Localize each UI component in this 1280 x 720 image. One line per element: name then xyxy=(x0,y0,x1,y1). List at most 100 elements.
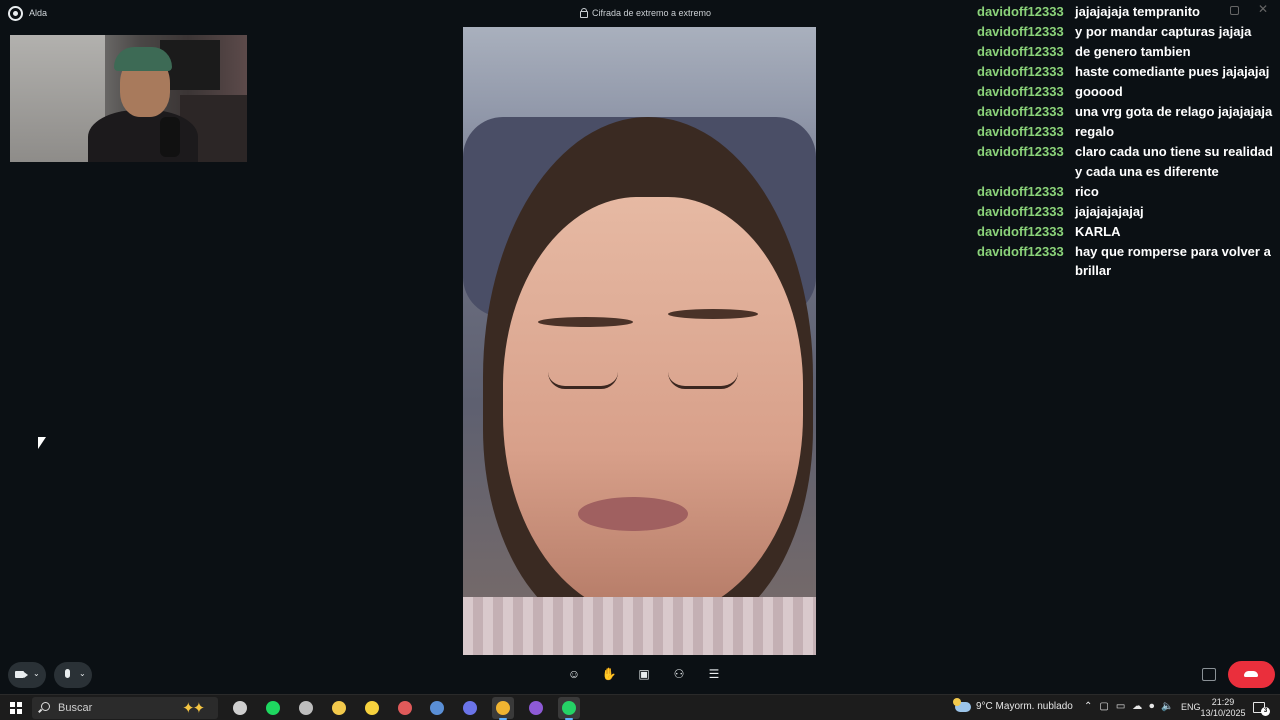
taskbar-whatsapp-button[interactable] xyxy=(558,697,580,720)
chat-message: davidoff12333 rico xyxy=(977,182,1277,202)
chat-message: davidoff12333 y por mandar capturas jajaj… xyxy=(977,22,1277,42)
chevron-down-icon[interactable]: ⌄ xyxy=(79,669,86,678)
taskbar-app-red-button[interactable] xyxy=(394,697,416,719)
chevron-down-icon[interactable]: ⌄ xyxy=(33,669,40,678)
remote-video-brow-left xyxy=(538,317,633,327)
obs-icon xyxy=(299,701,313,715)
add-person-icon[interactable]: ⚇ xyxy=(671,666,687,682)
taskbar-sticky-notes-button[interactable] xyxy=(361,697,383,719)
taskbar-discord-button[interactable] xyxy=(459,697,481,719)
chat-text: gooood xyxy=(1075,84,1123,99)
remote-video-eye-left xyxy=(548,372,618,389)
chat-text: KARLA xyxy=(1075,223,1121,239)
chat-username: davidoff12333 xyxy=(977,84,1064,99)
chat-message: davidoff12333 KARLA xyxy=(977,222,1277,242)
captions-icon[interactable]: ☰ xyxy=(706,666,722,682)
chat-text: una vrg gota de relago jajajajaja xyxy=(1075,104,1273,119)
taskbar-task-view-button[interactable] xyxy=(229,697,251,719)
chat-message: davidoff12333 jajajajajajaj xyxy=(977,202,1277,222)
partly-cloudy-icon xyxy=(953,697,971,712)
chat-message: davidoff12333 gooood xyxy=(977,82,1277,102)
chat-message: davidoff12333 regalo xyxy=(977,122,1277,142)
chat-text: de genero tambien xyxy=(1075,44,1191,59)
chrome-icon xyxy=(496,701,510,715)
chat-message: davidoff12333 jajajajaja tempranito xyxy=(977,2,1277,22)
chat-username: davidoff12333 xyxy=(977,4,1064,19)
chat-overlay: davidoff12333 jajajajaja tempranito davido… xyxy=(977,2,1277,281)
chat-message: davidoff12333 haste comediante pues jajaj… xyxy=(977,62,1277,82)
self-video-cap xyxy=(114,47,172,71)
file-explorer-icon xyxy=(332,701,346,715)
taskbar-spotify-button[interactable] xyxy=(262,697,284,719)
tray-microphone-icon[interactable]: ⏺ xyxy=(1149,701,1154,712)
chat-text: haste comediante pues jajajajaj xyxy=(1075,64,1270,79)
media-controls: ⌄ ⌄ xyxy=(8,662,92,688)
system-tray: ⌃ ▢ ▭ ☁ ⏺ 🔈 xyxy=(1084,701,1174,712)
onedrive-cloud-icon[interactable]: ☁ xyxy=(1132,701,1142,712)
self-video-microphone xyxy=(160,117,180,157)
chat-text: jajajajajajaj xyxy=(1075,203,1144,219)
taskbar-file-explorer-button[interactable] xyxy=(328,697,350,719)
chat-message: davidoff12333 de genero tambien xyxy=(977,42,1277,62)
search-placeholder: Buscar xyxy=(58,702,93,714)
clock-time: 21:29 xyxy=(1211,697,1235,707)
chat-username: davidoff12333 xyxy=(977,44,1064,59)
whatsapp-icon xyxy=(562,701,576,715)
weather-text: 9°C Mayorm. nublado xyxy=(976,701,1073,712)
search-icon xyxy=(41,702,50,711)
end-call-button[interactable] xyxy=(1228,661,1275,688)
taskbar-app-purple-button[interactable] xyxy=(525,697,547,719)
chevron-up-icon[interactable]: ⌃ xyxy=(1084,701,1092,712)
chat-text: hay que romperse para volver a brillar xyxy=(1075,243,1271,279)
chat-username: davidoff12333 xyxy=(977,24,1064,39)
chat-username: davidoff12333 xyxy=(977,223,1064,239)
remote-video-lace xyxy=(463,597,816,655)
screen-share-icon[interactable]: ▣ xyxy=(636,666,652,682)
chat-username: davidoff12333 xyxy=(977,104,1064,119)
whatsapp-call-window: Alda Cifrada de extremo a extremo ✕ davi… xyxy=(0,0,1280,694)
spotify-icon xyxy=(266,701,280,715)
taskbar-chrome-button[interactable] xyxy=(492,697,514,720)
remote-video-eye-right xyxy=(668,372,738,389)
encryption-label: Cifrada de extremo a extremo xyxy=(592,8,712,18)
discord-icon xyxy=(463,701,477,715)
app-title: Alda xyxy=(29,8,48,18)
chat-text: rico xyxy=(1075,183,1099,199)
emoji-icon[interactable]: ☺ xyxy=(566,666,582,682)
weather-widget[interactable]: 9°C Mayorm. nublado xyxy=(953,697,1073,712)
remote-video-mouth xyxy=(578,497,688,531)
call-actions-bar: ☺ ✋ ▣ ⚇ ☰ xyxy=(566,666,722,682)
clock[interactable]: 21:29 13/10/2025 xyxy=(1198,697,1248,719)
whatsapp-logo-icon xyxy=(8,6,23,21)
self-video-person-body xyxy=(88,110,198,162)
camera-icon xyxy=(15,671,28,678)
notification-badge: 3 xyxy=(1261,707,1270,716)
chat-username: davidoff12333 xyxy=(977,183,1064,199)
camera-toggle-button[interactable]: ⌄ xyxy=(8,662,46,688)
chat-username: davidoff12333 xyxy=(977,64,1064,79)
microphone-toggle-button[interactable]: ⌄ xyxy=(54,662,92,688)
steam-icon xyxy=(430,701,444,715)
tray-display-icon[interactable]: ▭ xyxy=(1116,701,1125,712)
microphone-icon xyxy=(65,669,70,678)
layout-toggle-icon[interactable] xyxy=(1202,668,1216,681)
remote-video-brow-right xyxy=(668,309,758,319)
taskbar-steam-button[interactable] xyxy=(426,697,448,719)
taskbar-obs-button[interactable] xyxy=(295,697,317,719)
self-video-preview[interactable] xyxy=(10,35,247,162)
chat-text: jajajajaja tempranito xyxy=(1075,4,1200,19)
remote-video-feed xyxy=(463,27,816,655)
windows-start-icon[interactable] xyxy=(10,702,22,714)
app-purple-icon xyxy=(529,701,543,715)
volume-icon[interactable]: 🔈 xyxy=(1161,701,1173,712)
raise-hand-icon[interactable]: ✋ xyxy=(601,666,617,682)
tray-app-icon[interactable]: ▢ xyxy=(1099,701,1108,712)
taskbar-search[interactable]: Buscar ✦✦ xyxy=(32,697,218,719)
remote-video-face xyxy=(503,197,803,617)
clock-date: 13/10/2025 xyxy=(1200,708,1246,718)
task-view-icon xyxy=(233,701,247,715)
chat-username: davidoff12333 xyxy=(977,124,1064,139)
lock-icon xyxy=(580,7,588,18)
encryption-notice: Cifrada de extremo a extremo xyxy=(580,7,712,18)
chat-message: davidoff12333 claro cada uno tiene su rea… xyxy=(977,142,1277,181)
